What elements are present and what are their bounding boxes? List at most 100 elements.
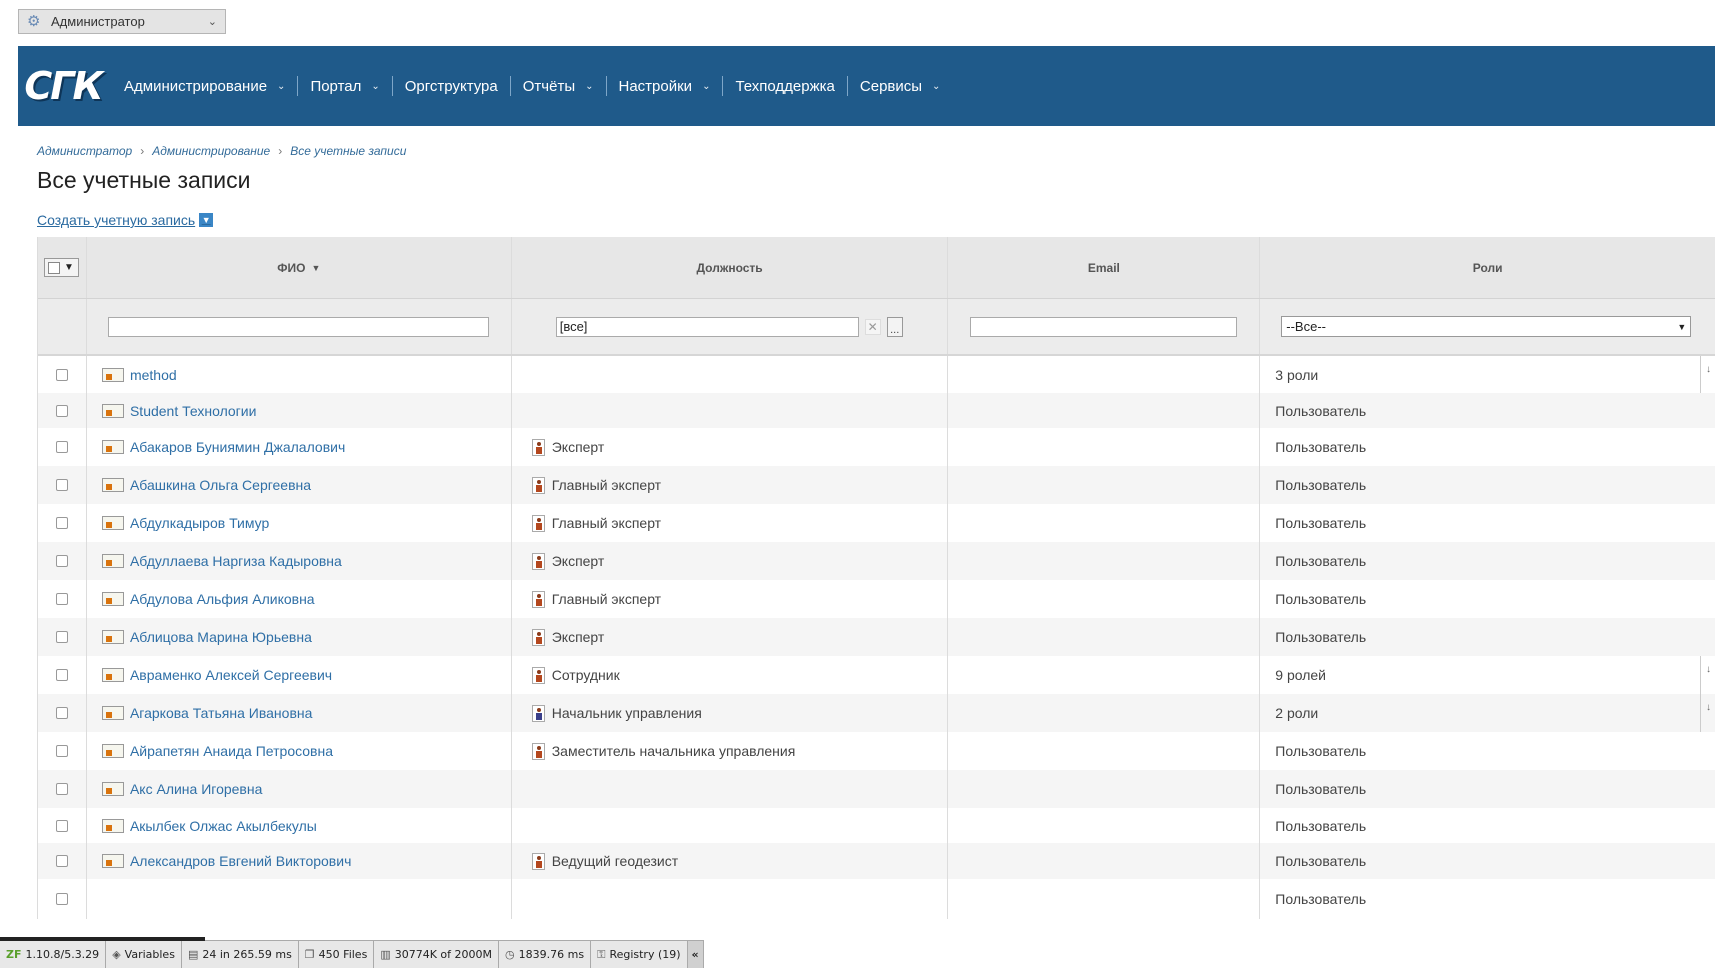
- main-nav: Администрирование ⌄ Портал ⌄ Оргструктура Отч…: [112, 76, 952, 96]
- user-name-link[interactable]: Абдулкадыров Тимур: [130, 515, 269, 531]
- row-checkbox[interactable]: [55, 745, 68, 757]
- debug-panel-zf[interactable]: ZF 1.10.8/5.3.29: [0, 941, 107, 968]
- arrow-down-icon[interactable]: ↓: [1706, 702, 1711, 713]
- row-checkbox[interactable]: [55, 783, 68, 795]
- debug-panel-variables[interactable]: ◈ Variables: [106, 941, 182, 968]
- position-picker-button[interactable]: ...: [886, 316, 903, 337]
- arrow-down-icon[interactable]: ↓: [1706, 364, 1711, 375]
- table-row[interactable]: Айрапетян Анаида Петросовна Заместитель н…: [38, 732, 1715, 770]
- position-filter-input[interactable]: [все]: [555, 316, 859, 337]
- table-row[interactable]: Абдуллаева Наргиза Кадыровна Эксперт Польз…: [38, 542, 1715, 580]
- user-card-icon: [101, 554, 124, 568]
- table-row[interactable]: Абдулкадыров Тимур Главный эксперт Пользов…: [38, 504, 1715, 542]
- row-checkbox[interactable]: [55, 441, 68, 453]
- column-header-position[interactable]: Должность: [512, 237, 949, 298]
- table-row[interactable]: Абдулова Альфия Аликовна Главный эксперт П…: [38, 580, 1715, 618]
- table-row[interactable]: Student Технологии Пользователь: [38, 393, 1715, 428]
- logo[interactable]: СГК: [24, 62, 103, 110]
- table-row[interactable]: Абакаров Буниямин Джалалович Эксперт Польз…: [38, 428, 1715, 466]
- user-name-link[interactable]: Агаркова Татьяна Ивановна: [130, 705, 312, 721]
- row-checkbox[interactable]: [55, 819, 68, 832]
- user-name-link[interactable]: Акс Алина Игоревна: [130, 781, 262, 797]
- email-cell: [948, 732, 1261, 770]
- table-row[interactable]: Акс Алина Игоревна Пользователь: [38, 770, 1715, 808]
- nav-item-3[interactable]: Отчёты ⌄: [511, 76, 607, 96]
- nav-item-5[interactable]: Техподдержка: [723, 76, 848, 96]
- nav-item-0[interactable]: Администрирование ⌄: [112, 76, 299, 96]
- arrow-down-icon[interactable]: ↓: [1706, 664, 1711, 675]
- table-row[interactable]: Авраменко Алексей Сергеевич Сотрудник 9 ро…: [38, 656, 1715, 694]
- position-label: Главный эксперт: [551, 477, 662, 493]
- row-checkbox[interactable]: [55, 404, 68, 417]
- row-checkbox[interactable]: [55, 669, 68, 681]
- fio-filter-input[interactable]: [108, 316, 490, 337]
- table-row[interactable]: method 3 роли ↓: [38, 356, 1715, 393]
- user-name-link[interactable]: Абашкина Ольга Сергеевна: [130, 477, 311, 493]
- user-name-link[interactable]: Авраменко Алексей Сергеевич: [130, 667, 332, 683]
- user-card-icon: [101, 782, 124, 796]
- user-name-link[interactable]: Абдуллаева Наргиза Кадыровна: [130, 553, 342, 569]
- chevron-down-icon: ⌄: [207, 16, 217, 28]
- table-row[interactable]: Александров Евгений Викторович Ведущий ге…: [38, 843, 1715, 879]
- nav-item-6[interactable]: Сервисы ⌄: [848, 76, 953, 96]
- nav-item-1[interactable]: Портал ⌄: [298, 76, 393, 96]
- debug-panel-files[interactable]: ❐ 450 Files: [299, 941, 375, 968]
- row-checkbox[interactable]: [55, 479, 68, 491]
- clear-icon[interactable]: ✕: [864, 318, 881, 335]
- column-header-roles[interactable]: Роли: [1260, 237, 1715, 298]
- user-name-link[interactable]: Аблицова Марина Юрьевна: [130, 629, 312, 645]
- row-checkbox[interactable]: [55, 517, 68, 529]
- debug-panel-memory[interactable]: ▥ 30774K of 2000M: [374, 941, 500, 968]
- debug-panel-clock[interactable]: ◷ 1839.76 ms: [499, 941, 592, 968]
- user-name-link[interactable]: method: [130, 367, 177, 383]
- debug-panel-database[interactable]: ▤ 24 in 265.59 ms: [182, 941, 299, 968]
- row-checkbox[interactable]: [55, 707, 68, 719]
- create-account-link[interactable]: Создать учетную запись ▼: [37, 212, 214, 228]
- position-label: Эксперт: [551, 553, 605, 569]
- email-filter-input[interactable]: [970, 316, 1238, 337]
- breadcrumb-item[interactable]: Все учетные записи: [290, 144, 406, 158]
- breadcrumb-item[interactable]: Администратор: [37, 144, 132, 158]
- roles-filter-select[interactable]: --Все-- ▼: [1281, 316, 1692, 337]
- user-name-link[interactable]: Абакаров Буниямин Джалалович: [130, 439, 345, 455]
- email-cell: [948, 428, 1261, 466]
- collapse-debug-icon[interactable]: «: [687, 941, 704, 968]
- table-row[interactable]: Пользователь: [38, 879, 1715, 919]
- user-name-link[interactable]: Айрапетян Анаида Петросовна: [130, 743, 333, 759]
- role-selector[interactable]: ⚙ Администратор ⌄: [18, 9, 226, 34]
- table-row[interactable]: Абашкина Ольга Сергеевна Главный эксперт П…: [38, 466, 1715, 504]
- user-name-link[interactable]: Акылбек Олжас Акылбекулы: [130, 818, 317, 834]
- roles-label: Пользователь: [1275, 402, 1367, 419]
- create-account-label[interactable]: Создать учетную запись: [37, 212, 195, 228]
- user-name-link[interactable]: Student Технологии: [130, 403, 256, 419]
- email-cell: [948, 466, 1261, 504]
- nav-item-4[interactable]: Настройки ⌄: [607, 76, 724, 96]
- nav-item-2[interactable]: Оргструктура: [393, 76, 511, 96]
- select-all-dropdown[interactable]: ▼: [44, 258, 79, 277]
- user-name-link[interactable]: Александров Евгений Викторович: [130, 853, 351, 869]
- row-checkbox[interactable]: [55, 593, 68, 605]
- row-checkbox[interactable]: [55, 631, 68, 643]
- page-title: Все учетные записи: [37, 167, 251, 193]
- row-checkbox[interactable]: [55, 555, 68, 567]
- roles-label: Пользователь: [1275, 591, 1367, 607]
- table-row[interactable]: Акылбек Олжас Акылбекулы Пользователь: [38, 808, 1715, 843]
- column-header-fio[interactable]: ФИО ▼: [87, 237, 512, 298]
- accounts-table: ▼ ФИО ▼ Должность Email Роли [все] ✕ ...…: [37, 237, 1715, 919]
- table-row[interactable]: Аблицова Марина Юрьевна Эксперт Пользовате…: [38, 618, 1715, 656]
- debug-panel-key[interactable]: ⚿ Registry (19): [591, 941, 688, 968]
- roles-label: Пользователь: [1275, 817, 1367, 834]
- row-checkbox[interactable]: [55, 893, 68, 905]
- create-dropdown-icon[interactable]: ▼: [199, 213, 214, 227]
- user-card-icon: [101, 516, 124, 530]
- breadcrumb-item[interactable]: Администрирование: [152, 144, 270, 158]
- table-row[interactable]: Агаркова Татьяна Ивановна Начальник управ…: [38, 694, 1715, 732]
- caret-down-icon[interactable]: ▼: [64, 262, 74, 273]
- row-checkbox[interactable]: [55, 855, 68, 867]
- row-checkbox[interactable]: [55, 368, 68, 381]
- role-selector-label: Администратор: [51, 14, 145, 29]
- breadcrumb-separator: ›: [140, 144, 145, 158]
- user-name-link[interactable]: Абдулова Альфия Аликовна: [130, 591, 315, 607]
- select-all-checkbox[interactable]: [48, 261, 60, 274]
- column-header-email[interactable]: Email: [948, 237, 1261, 298]
